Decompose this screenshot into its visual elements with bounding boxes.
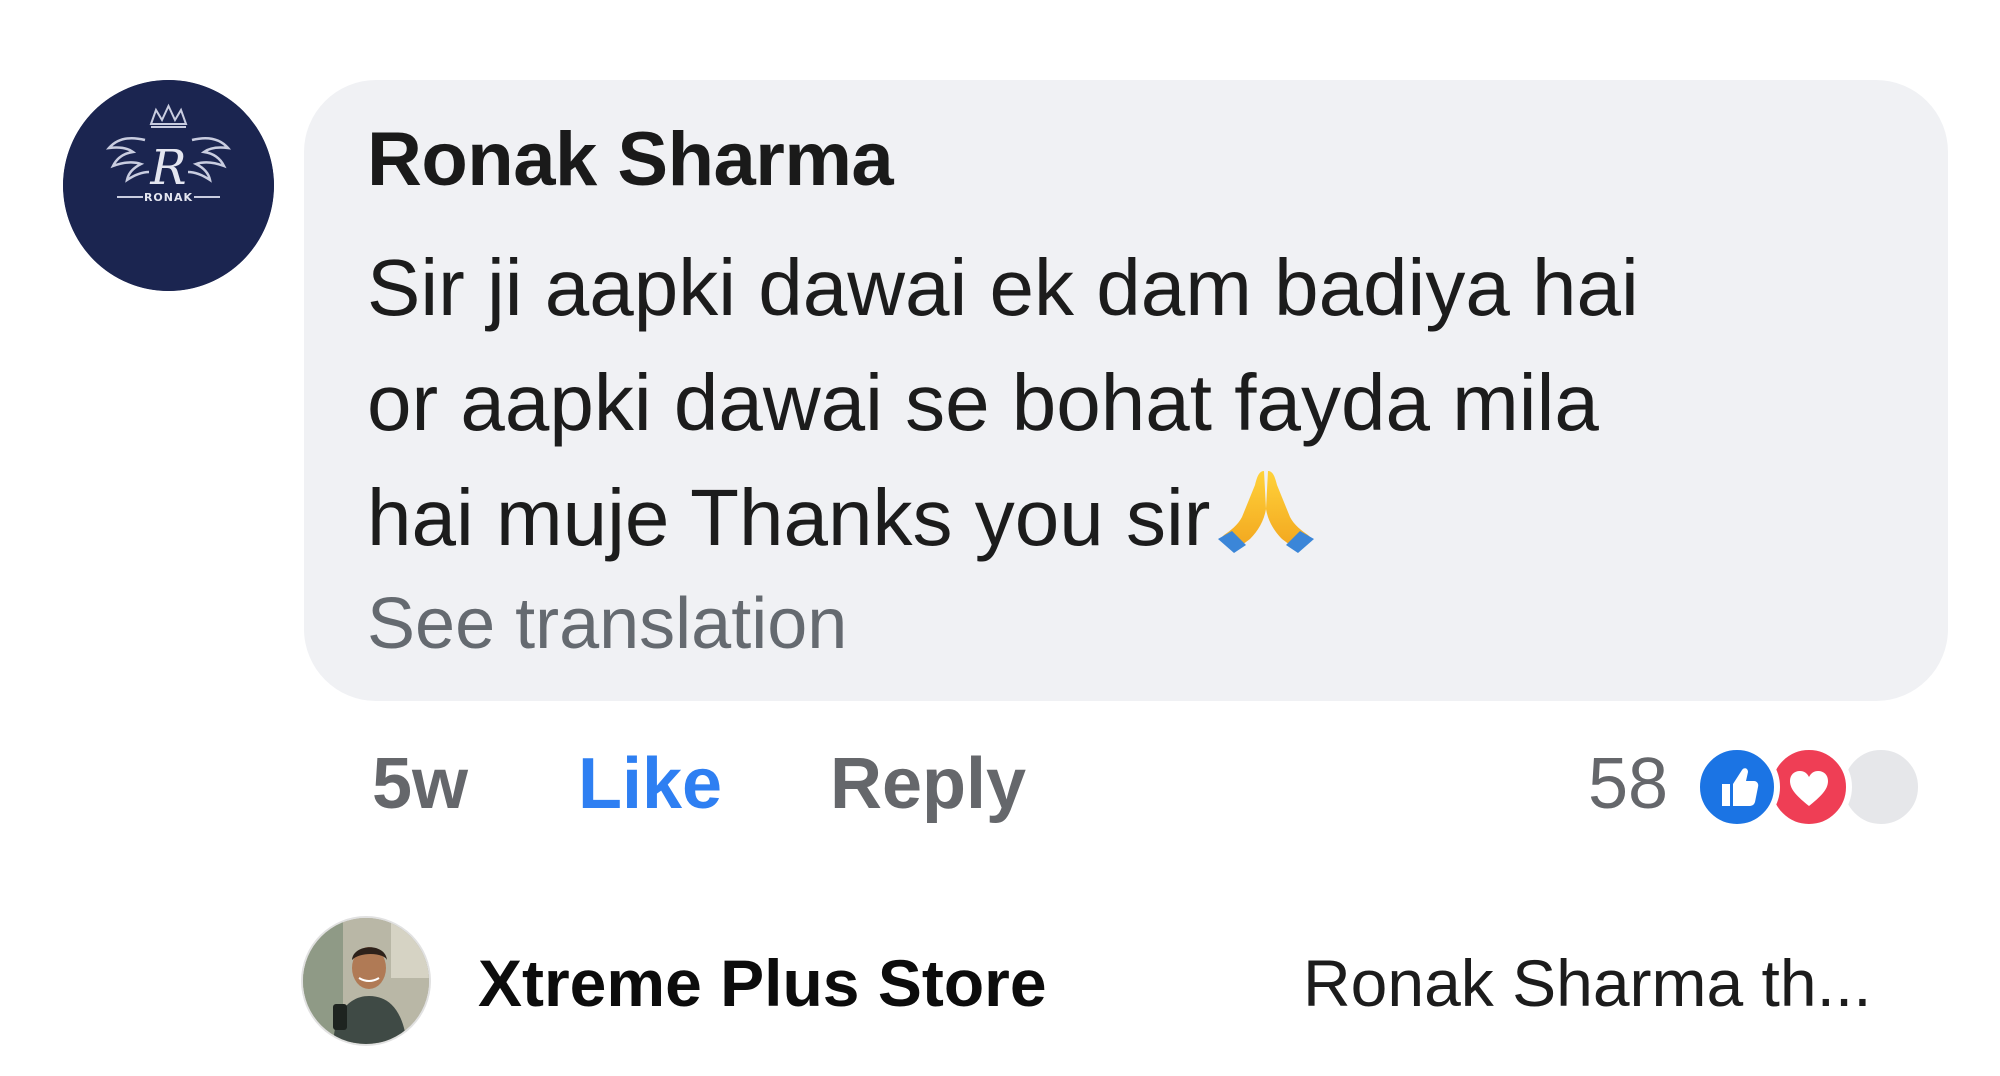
reaction-count[interactable]: 58 bbox=[1588, 748, 1668, 820]
see-translation-link[interactable]: See translation bbox=[367, 588, 847, 660]
folded-hands-icon bbox=[1210, 465, 1322, 557]
ronak-logo-icon: R RONAK bbox=[63, 80, 274, 291]
comment-text-line: Sir ji aapki dawai ek dam badiya hai bbox=[367, 243, 1639, 332]
reply-author-name[interactable]: Xtreme Plus Store bbox=[478, 950, 1047, 1016]
comment-timestamp[interactable]: 5w bbox=[372, 748, 468, 820]
like-button[interactable]: Like bbox=[578, 748, 722, 820]
comment-text-line: hai muje Thanks you sir bbox=[367, 460, 1907, 575]
comment-text: Sir ji aapki dawai ek dam badiya hai or … bbox=[367, 230, 1907, 575]
reply-author-avatar[interactable] bbox=[303, 918, 429, 1044]
comment-text-line: or aapki dawai se bohat fayda mila bbox=[367, 358, 1599, 447]
reaction-summary[interactable] bbox=[1694, 744, 1954, 834]
comment-author[interactable]: Ronak Sharma bbox=[367, 122, 894, 198]
svg-text:R: R bbox=[149, 140, 186, 196]
comment-text-segment: hai muje Thanks you sir bbox=[367, 473, 1211, 562]
comment-actions: 5w Like Reply 58 bbox=[0, 744, 2000, 838]
like-reaction-icon bbox=[1694, 744, 1780, 830]
person-photo-icon bbox=[303, 918, 429, 1044]
commenter-avatar[interactable]: R RONAK bbox=[63, 80, 274, 291]
reply-button[interactable]: Reply bbox=[830, 748, 1026, 820]
reply-preview-text[interactable]: Ronak Sharma th... bbox=[1303, 950, 1872, 1016]
svg-text:RONAK: RONAK bbox=[144, 191, 193, 204]
